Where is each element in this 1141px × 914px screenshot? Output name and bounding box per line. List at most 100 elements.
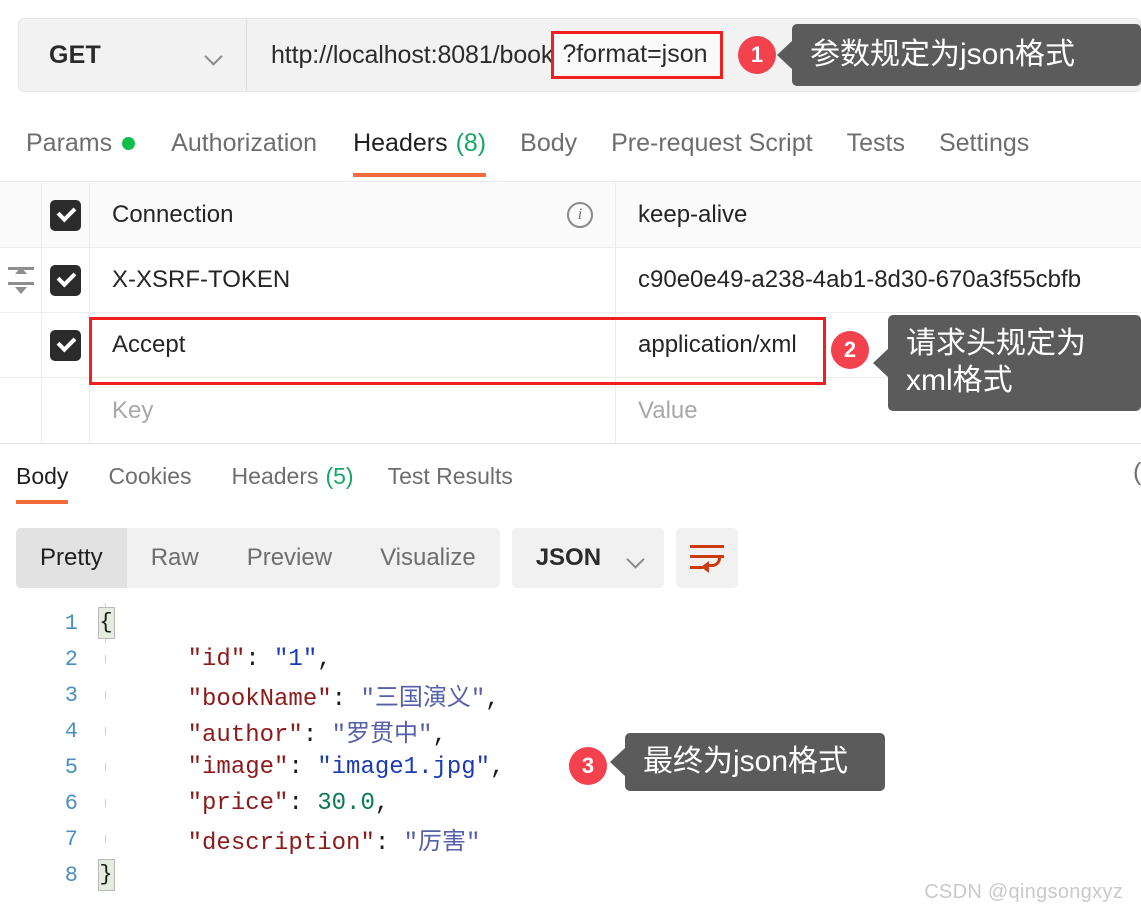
code-line: 1 {	[0, 603, 1141, 643]
code-line: 6 "price": 30.0,	[0, 785, 1141, 821]
tab-headers-label: Headers	[353, 128, 448, 157]
code-text: "author": "罗贯中",	[130, 722, 447, 749]
url-prefix-text: http://localhost:8081/book	[271, 40, 554, 69]
row-checkbox-cell[interactable]	[42, 183, 90, 247]
annotation-badge-3: 3	[569, 747, 607, 785]
response-format-select[interactable]: JSON	[511, 528, 664, 588]
response-tab-test-results[interactable]: Test Results	[388, 449, 513, 504]
http-method-select[interactable]: GET	[19, 19, 247, 91]
table-row: Connection i keep-alive	[0, 183, 1141, 248]
new-header-key-input[interactable]: Key	[90, 378, 616, 443]
response-body-code[interactable]: 1 { 2 "id": "1", 3 "bookName": "三国演义", 4…	[0, 603, 1141, 905]
row-checkbox-cell[interactable]	[42, 248, 90, 312]
view-mode-visualize[interactable]: Visualize	[356, 528, 500, 588]
row-checkbox-cell[interactable]	[42, 313, 90, 377]
response-view-toolbar: Pretty Raw Preview Visualize JSON	[16, 528, 738, 588]
header-key-input[interactable]: Accept	[90, 313, 616, 377]
code-fold-brace: {	[97, 607, 115, 639]
annotation-tooltip-2: 请求头规定为 xml格式	[888, 315, 1141, 411]
header-key-text: X-XSRF-TOKEN	[112, 266, 291, 293]
code-line: 4 "author": "罗贯中",	[0, 713, 1141, 750]
code-fold-marker[interactable]: {	[96, 603, 116, 643]
line-number: 2	[64, 646, 78, 672]
view-mode-raw-label: Raw	[150, 544, 199, 571]
code-text: "image": "image1.jpg",	[130, 753, 505, 781]
request-tab-bar: Params Authorization Headers (8) Body Pr…	[0, 112, 1141, 182]
table-row: X-XSRF-TOKEN c90e0e49-a238-4ab1-8d30-670…	[0, 248, 1141, 313]
line-number: 8	[64, 862, 78, 888]
annotation-badge-2: 2	[831, 331, 869, 369]
line-number: 7	[64, 826, 78, 852]
row-drag-handle-cell	[0, 313, 42, 377]
response-tab-bar: Body Cookies Headers (5) Test Results	[0, 449, 1141, 511]
response-tab-headers-label: Headers	[231, 463, 319, 489]
header-value-text: keep-alive	[638, 201, 748, 228]
annotation-tooltip-1: 参数规定为json格式	[792, 24, 1141, 86]
tab-headers-count: (8)	[455, 128, 487, 157]
code-line: 7 "description": "厉害"	[0, 821, 1141, 858]
row-checkbox-cell[interactable]	[42, 378, 90, 443]
response-tab-cookies-label: Cookies	[108, 463, 192, 489]
http-method-label: GET	[49, 40, 101, 69]
tab-params[interactable]: Params	[26, 112, 136, 174]
tab-authorization-label: Authorization	[171, 128, 318, 157]
view-mode-preview-label: Preview	[246, 544, 333, 571]
code-text: "bookName": "三国演义",	[130, 686, 500, 713]
tab-tests-label: Tests	[846, 128, 905, 157]
new-header-value-placeholder: Value	[638, 396, 698, 424]
code-text: "price": 30.0,	[130, 789, 390, 817]
drag-handle-icon[interactable]	[7, 267, 34, 294]
line-number: 4	[64, 718, 78, 744]
header-value-text: c90e0e49-a238-4ab1-8d30-670a3f55cbfb	[638, 266, 1082, 293]
response-tab-headers[interactable]: Headers (5)	[232, 449, 354, 504]
code-text: "id": "1",	[130, 645, 332, 673]
header-key-input[interactable]: Connection i	[90, 183, 616, 247]
header-key-text: Accept	[112, 331, 186, 358]
header-value-text: application/xml	[638, 331, 797, 358]
header-value-input[interactable]: c90e0e49-a238-4ab1-8d30-670a3f55cbfb	[616, 248, 1141, 312]
view-mode-segmented-control: Pretty Raw Preview Visualize	[16, 528, 500, 588]
checkbox-checked-icon[interactable]	[50, 264, 81, 296]
line-number: 5	[64, 754, 78, 780]
line-number: 6	[64, 790, 78, 816]
text-wrap-icon	[689, 543, 724, 573]
response-tab-body[interactable]: Body	[16, 449, 69, 504]
response-tab-test-results-label: Test Results	[387, 463, 513, 489]
checkbox-checked-icon[interactable]	[50, 329, 81, 361]
tab-settings-label: Settings	[938, 128, 1030, 157]
view-mode-pretty[interactable]: Pretty	[16, 528, 127, 588]
line-number: 1	[64, 610, 78, 636]
row-drag-handle-cell	[0, 378, 42, 443]
view-mode-visualize-label: Visualize	[380, 544, 476, 571]
header-value-input[interactable]: keep-alive	[616, 183, 1141, 247]
response-tab-cookies[interactable]: Cookies	[108, 449, 191, 504]
response-tab-body-label: Body	[16, 463, 69, 489]
code-fold-marker[interactable]: }	[96, 859, 116, 891]
tab-authorization[interactable]: Authorization	[171, 112, 317, 174]
tab-pre-request-script[interactable]: Pre-request Script	[611, 112, 812, 174]
view-mode-raw[interactable]: Raw	[127, 528, 223, 588]
info-icon[interactable]: i	[567, 202, 593, 228]
wrap-lines-button[interactable]	[675, 528, 738, 588]
code-line: 2 "id": "1",	[0, 641, 1141, 677]
new-header-key-placeholder: Key	[112, 396, 154, 424]
tab-headers[interactable]: Headers (8)	[353, 112, 487, 177]
row-drag-handle-cell[interactable]	[0, 248, 42, 312]
code-fold-brace: }	[97, 859, 115, 891]
header-key-text: Connection	[112, 201, 234, 228]
tab-pre-request-script-label: Pre-request Script	[611, 128, 813, 157]
response-tab-headers-count: (5)	[325, 463, 354, 489]
header-key-input[interactable]: X-XSRF-TOKEN	[90, 248, 616, 312]
view-mode-preview[interactable]: Preview	[223, 528, 356, 588]
tab-tests[interactable]: Tests	[847, 112, 905, 174]
url-query-highlight: ?format=json	[551, 31, 723, 79]
tab-params-label: Params	[26, 128, 113, 157]
tab-body[interactable]: Body	[520, 112, 577, 174]
chevron-down-icon	[627, 553, 646, 564]
tab-body-label: Body	[520, 128, 578, 157]
unsaved-dot-icon	[122, 136, 136, 150]
response-status-clipped-text: (	[1133, 458, 1141, 486]
tab-settings[interactable]: Settings	[939, 112, 1029, 174]
line-number: 3	[64, 682, 78, 708]
checkbox-checked-icon[interactable]	[50, 199, 81, 231]
